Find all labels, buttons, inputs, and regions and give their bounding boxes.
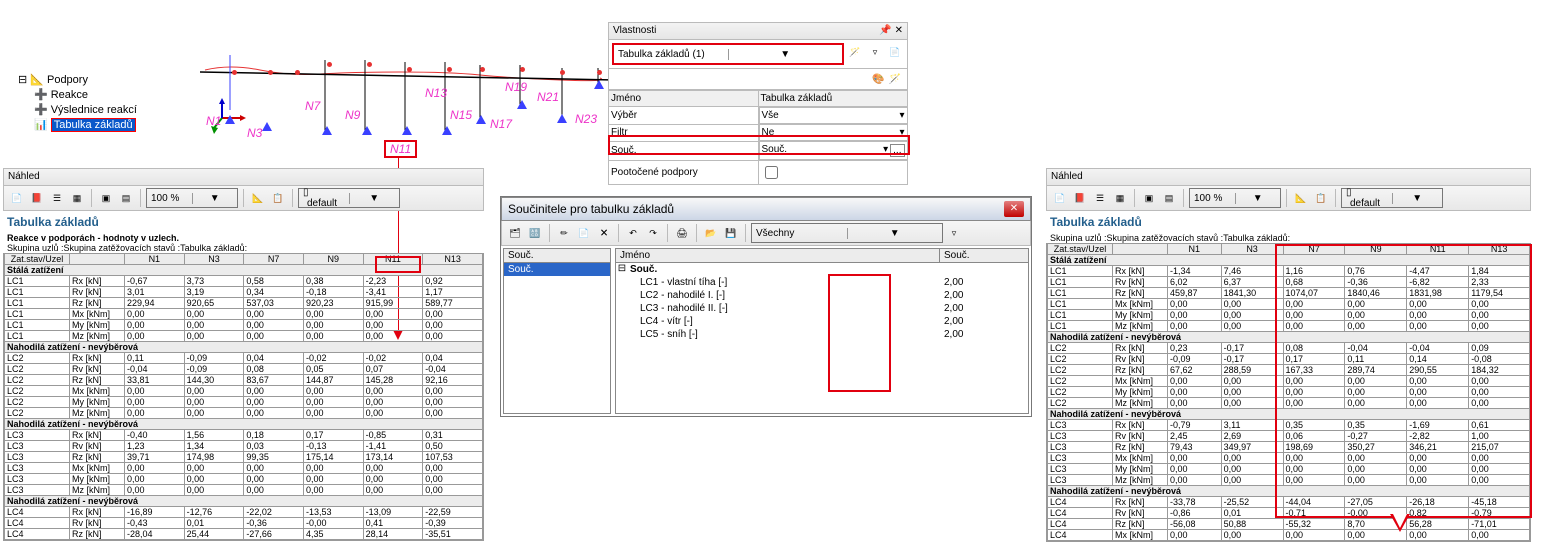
wand-icon[interactable]: 🪄 <box>889 74 901 85</box>
node-label: N3 <box>247 126 262 140</box>
zoom-selector[interactable]: 100 %▼ <box>1189 188 1281 208</box>
prop-value[interactable]: Ne▾ <box>759 124 908 141</box>
props-title: Vlastnosti📌 ✕ <box>608 22 908 40</box>
refresh-icon[interactable]: 📋 <box>269 189 287 207</box>
open-icon[interactable]: 📂 <box>702 224 720 242</box>
book-icon[interactable]: 📕 <box>28 189 46 207</box>
grid-icon[interactable]: ▦ <box>1111 189 1129 207</box>
preview-title: Náhled <box>1046 168 1531 186</box>
filter-selector[interactable]: Všechny▼ <box>751 223 943 243</box>
refresh-icon[interactable]: 📋 <box>1312 189 1330 207</box>
prop-label: Filtr <box>609 124 759 141</box>
tree-item-reakce[interactable]: ➕ Reakce <box>18 87 137 102</box>
book-icon[interactable]: 📕 <box>1071 189 1089 207</box>
poot-checkbox[interactable] <box>765 166 778 179</box>
col-icon[interactable]: ▣ <box>97 189 115 207</box>
prop-label: Pootočené podpory <box>609 161 759 185</box>
filter-icon[interactable]: 🗂 <box>506 224 524 242</box>
save-icon[interactable]: 💾 <box>722 224 740 242</box>
list-icon[interactable]: ☰ <box>48 189 66 207</box>
support <box>225 115 235 124</box>
palette-icon[interactable]: 🎨 <box>872 74 884 85</box>
props-object-selector[interactable]: Tabulka základů (1)▼ <box>612 43 844 65</box>
preview-left: Náhled 📄 📕 ☰ ▦ ▣ ▤ 100 %▼ 📐 📋 ▯ default▼… <box>3 168 484 541</box>
redo-icon[interactable]: ↷ <box>644 224 662 242</box>
col-souc: Souč. <box>940 249 1028 262</box>
preview-right: Náhled 📄 📕 ☰ ▦ ▣ ▤ 100 %▼ 📐 📋 ▯ default▼… <box>1046 168 1531 542</box>
preview-title: Náhled <box>3 168 484 186</box>
doc-icon[interactable]: 📄 <box>1051 189 1069 207</box>
layout-selector[interactable]: ▯ default▼ <box>298 188 400 208</box>
doc-icon[interactable]: 📄 <box>886 43 904 61</box>
tree-item-vyslednice[interactable]: ➕ Výslednice reakcí <box>18 102 137 117</box>
list-sel[interactable]: Souč. <box>504 263 610 276</box>
coef-dialog: Součinitele pro tabulku základů✕ 🗂 🔠 ✏ 📄… <box>500 196 1032 417</box>
prop-value-souc[interactable]: Souč.▾... <box>759 141 908 160</box>
list-icon[interactable]: ☰ <box>1091 189 1109 207</box>
zoom-selector[interactable]: 100 %▼ <box>146 188 238 208</box>
layout-selector[interactable]: ▯ default▼ <box>1341 188 1443 208</box>
prop-label: Jméno <box>609 91 759 107</box>
funnel-icon[interactable]: ▿ <box>945 224 963 242</box>
node-label: N23 <box>575 112 597 126</box>
wand-icon[interactable]: 🪄 <box>846 43 864 61</box>
node-label: N1 <box>206 114 221 128</box>
table-sub2: Skupina uzlů :Skupina zatěžovacích stavů… <box>3 243 484 253</box>
nav-tree: ⊟ 📐 Podpory ➕ Reakce ➕ Výslednice reakcí… <box>18 72 137 132</box>
support <box>476 115 486 124</box>
node-label: N17 <box>490 117 512 131</box>
prop-label: Výběr <box>609 107 759 125</box>
tree-root[interactable]: ⊟ 📐 Podpory <box>18 72 137 87</box>
node-label: N7 <box>305 99 320 113</box>
pencil-icon[interactable]: 📐 <box>1292 189 1310 207</box>
del-icon[interactable]: 🗙 <box>595 224 613 242</box>
prop-value[interactable]: Vše▾ <box>759 107 908 124</box>
undo-icon[interactable]: ↶ <box>624 224 642 242</box>
node-label: N19 <box>505 80 527 94</box>
abc-icon[interactable]: 🔠 <box>526 224 544 242</box>
prop-label: Souč. <box>609 141 759 161</box>
col-souc: Souč. <box>504 249 610 263</box>
support <box>442 126 452 135</box>
col-icon[interactable]: ▣ <box>1140 189 1158 207</box>
support <box>322 126 332 135</box>
pencil-icon[interactable]: 📐 <box>249 189 267 207</box>
support <box>262 122 272 131</box>
support <box>402 126 412 135</box>
support <box>594 80 604 89</box>
print-icon[interactable]: 🖨 <box>673 224 691 242</box>
grid-icon[interactable]: ▦ <box>68 189 86 207</box>
close-button[interactable]: ✕ <box>1004 201 1024 217</box>
table-title: Tabulka základů <box>3 211 484 233</box>
table-title: Tabulka základů <box>1046 211 1531 233</box>
prop-value[interactable]: Tabulka základů <box>758 91 908 107</box>
properties-panel: Vlastnosti📌 ✕ Tabulka základů (1)▼ 🪄 ▿ 📄… <box>608 22 908 185</box>
col-jmeno: Jméno <box>616 249 940 262</box>
support <box>557 114 567 123</box>
data-table-left: Zat.stav/UzelN1N3N7N9N11N13Stálá zatížen… <box>3 253 484 541</box>
copy-icon[interactable]: 📄 <box>575 224 593 242</box>
group-souc[interactable]: Souč. <box>628 263 948 276</box>
support <box>517 100 527 109</box>
node-label: N21 <box>537 90 559 104</box>
dialog-title: Součinitele pro tabulku základů✕ <box>501 197 1031 221</box>
doc-icon[interactable]: 📄 <box>8 189 26 207</box>
tree-item-tabulka[interactable]: 📊 Tabulka základů <box>18 117 137 132</box>
node-label: N15 <box>450 108 472 122</box>
edit-icon[interactable]: ✏ <box>555 224 573 242</box>
node-label: N13 <box>425 86 447 100</box>
node-label: N9 <box>345 108 360 122</box>
table-sub1: Reakce v podporách - hodnoty v uzlech. <box>3 233 484 243</box>
table-sub2: Skupina uzlů :Skupina zatěžovacích stavů… <box>1046 233 1531 243</box>
tab-icon[interactable]: ▤ <box>1160 189 1178 207</box>
data-table-right: Zat.stav/UzelN1N3N7N9N11N13Stálá zatížen… <box>1046 243 1531 542</box>
filter-icon[interactable]: ▿ <box>866 43 884 61</box>
node-label-n11: N11 <box>384 140 417 158</box>
arrow-down <box>1390 514 1410 532</box>
support <box>362 126 372 135</box>
tab-icon[interactable]: ▤ <box>117 189 135 207</box>
